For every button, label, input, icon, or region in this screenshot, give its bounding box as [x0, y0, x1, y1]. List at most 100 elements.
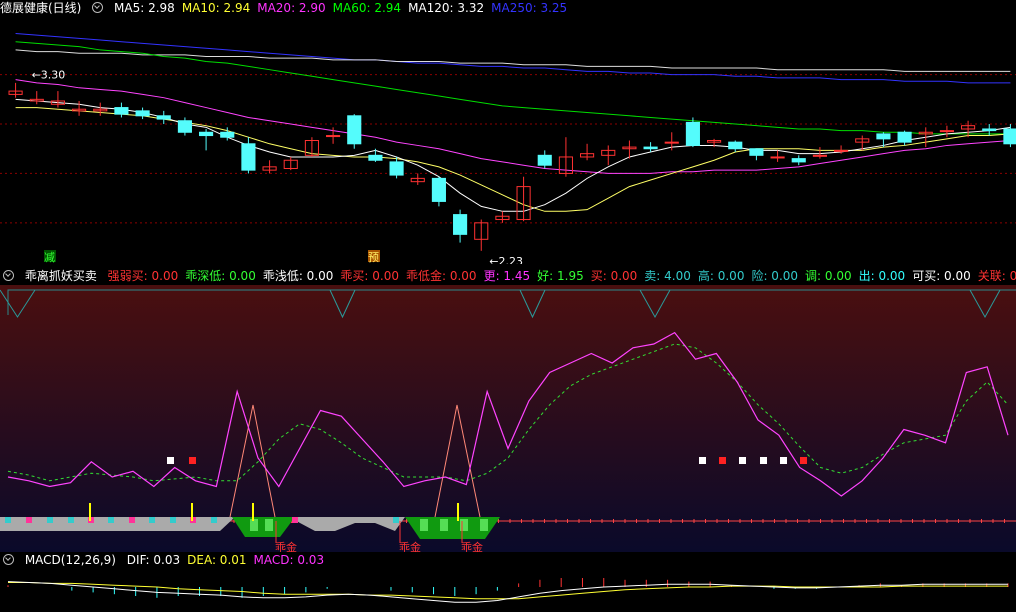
main-chart-header: 德展健康(日线) MA5: 2.98 MA10: 2.94 MA20: 2.90 MA…: [0, 0, 1016, 17]
oscillator-header: 乖离抓妖买卖 强弱买: 0.00 乖深低: 0.00 乖浅低: 0.00 乖买: 0.…: [0, 268, 1016, 285]
candle-body: [685, 121, 700, 146]
tag-reduce: 减: [44, 251, 55, 264]
signal-dot-2: [699, 457, 706, 464]
candle-body: [199, 131, 214, 137]
candlestick-chart[interactable]: ←3.30 ←2.23 减 预: [0, 17, 1016, 264]
oscillator-indicator-12: 出: 0.00: [858, 269, 906, 283]
macd-indicator-2: MACD: 0.03: [253, 553, 325, 567]
green-block-3: [440, 519, 448, 531]
green-block-1: [265, 519, 273, 531]
ma120-line: [15, 49, 1011, 72]
ma10-line: [15, 107, 1011, 212]
green-block-4: [460, 519, 468, 531]
oscillator-chart[interactable]: 乖金 乖金 乖金: [0, 285, 1016, 552]
band-square-0: [5, 517, 11, 523]
signal-dot-1: [189, 457, 196, 464]
ma-indicator-4: MA120: 3.32: [408, 1, 485, 15]
green-block-5: [480, 519, 488, 531]
oscillator-indicator-7: 买: 0.00: [590, 269, 638, 283]
band-square-5: [108, 517, 114, 523]
oscillator-indicator-10: 险: 0.00: [751, 269, 799, 283]
oscillator-indicator-3: 乖买: 0.00: [340, 269, 399, 283]
signal-dot-5: [760, 457, 767, 464]
band-square-3: [68, 517, 74, 523]
band-square-1: [26, 517, 32, 523]
candle-body: [643, 146, 658, 150]
candle-body: [537, 154, 552, 166]
signal-dot-0: [167, 457, 174, 464]
macd-indicator-list: DIF: 0.03 DEA: 0.01 MACD: 0.03: [127, 553, 331, 567]
oscillator-indicator-8: 卖: 4.00: [644, 269, 691, 283]
candle-body: [347, 115, 362, 145]
signal-dot-6: [780, 457, 787, 464]
settings-chevron-icon[interactable]: [3, 270, 14, 281]
macd-indicator-0: DIF: 0.03: [126, 553, 181, 567]
settings-chevron-icon[interactable]: [92, 2, 104, 13]
ma-indicator-2: MA20: 2.90: [257, 1, 326, 15]
candle-body: [897, 131, 912, 143]
oscillator-indicator-list: 强弱买: 0.00 乖深低: 0.00 乖浅低: 0.00 乖买: 0.00 乖低金: …: [108, 269, 1016, 283]
oscillator-indicator-6: 好: 1.95: [537, 269, 584, 283]
candle-body: [135, 110, 150, 117]
ma20-line: [15, 79, 1011, 174]
ma-indicator-1: MA10: 2.94: [181, 1, 251, 15]
green-block-2: [420, 519, 428, 531]
candle-body: [241, 143, 256, 171]
high-price-label: ←3.30: [32, 69, 66, 82]
settings-chevron-icon[interactable]: [3, 554, 14, 565]
macd-title: MACD(12,26,9): [24, 553, 116, 567]
ma60-line: [15, 41, 1011, 135]
grey-band: [0, 517, 235, 531]
candle-body: [1003, 128, 1016, 145]
ma250-line: [15, 32, 1011, 84]
dif-line: [7, 581, 1008, 603]
oscillator-title: 乖离抓妖买卖: [24, 269, 97, 283]
candle-body: [982, 128, 997, 132]
macd-chart[interactable]: [0, 569, 1016, 612]
signal-dot-3: [719, 457, 726, 464]
candle-body: [326, 135, 341, 138]
stock-title: 德展健康(日线): [0, 1, 82, 15]
candle-body: [834, 149, 849, 152]
candle-body: [749, 148, 764, 156]
oscillator-indicator-4: 乖低金: 0.00: [405, 269, 477, 283]
candle-body: [876, 133, 891, 140]
macd-indicator-1: DEA: 0.01: [187, 553, 247, 567]
oscillator-indicator-14: 关联: 0.00: [977, 269, 1016, 283]
candle-body: [664, 141, 679, 144]
oscillator-background: [0, 285, 1016, 552]
oscillator-indicator-1: 乖深低: 0.00: [185, 269, 256, 283]
band-square-11: [292, 517, 298, 523]
candle-body: [939, 130, 954, 133]
candle-body: [220, 131, 235, 138]
candle-body: [177, 120, 192, 133]
tag-pre: 预: [368, 251, 379, 264]
candle-body: [728, 141, 743, 150]
oscillator-indicator-13: 可买: 0.00: [912, 269, 971, 283]
annotation-label-2: 乖金: [461, 540, 483, 552]
ma-indicator-0: MA5: 2.98: [114, 1, 175, 15]
signal-dot-7: [800, 457, 807, 464]
band-square-10: [211, 517, 217, 523]
band-square-8: [170, 517, 176, 523]
oscillator-indicator-2: 乖浅低: 0.00: [262, 269, 334, 283]
band-square-2: [47, 517, 53, 523]
candle-body: [431, 177, 446, 202]
band-square-6: [129, 517, 135, 523]
band-square-12: [393, 517, 399, 523]
oscillator-indicator-5: 更: 1.45: [483, 269, 531, 283]
candle-body: [812, 154, 827, 157]
candle-body: [791, 158, 806, 163]
ma-indicator-list: MA5: 2.98 MA10: 2.94 MA20: 2.90 MA60: 2.94 M…: [114, 1, 574, 15]
candle-body: [389, 161, 404, 176]
ma-indicator-3: MA60: 2.94: [332, 1, 402, 15]
candle-body: [453, 214, 468, 235]
signal-dot-4: [739, 457, 746, 464]
candle-body: [156, 115, 171, 120]
oscillator-indicator-0: 强弱买: 0.00: [107, 269, 179, 283]
oscillator-indicator-9: 高: 0.00: [697, 269, 745, 283]
candle-body: [368, 154, 383, 161]
band-square-7: [149, 517, 155, 523]
macd-header: MACD(12,26,9) DIF: 0.03 DEA: 0.01 MACD: 0.…: [0, 552, 1016, 569]
annotation-label-1: 乖金: [399, 540, 421, 552]
